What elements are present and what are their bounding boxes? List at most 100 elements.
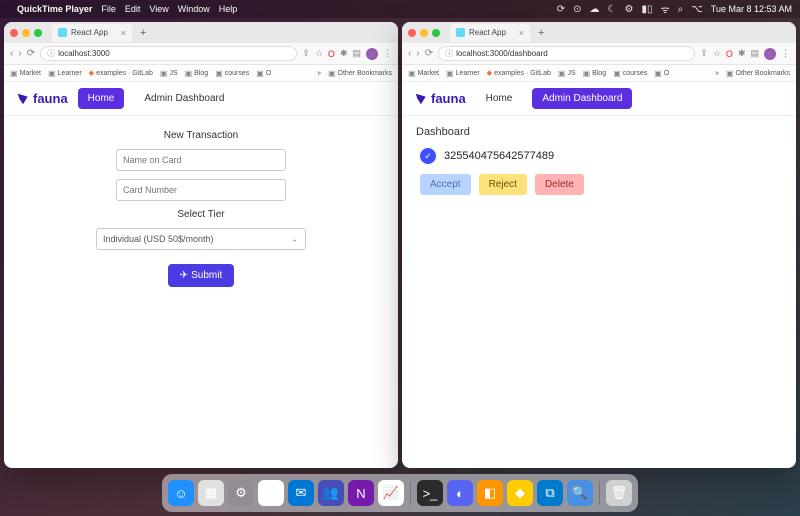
new-tab-button[interactable]: + xyxy=(534,27,548,39)
menu-icon[interactable]: ⋮ xyxy=(383,48,392,59)
bookmark-item[interactable]: ▣Blog xyxy=(185,69,209,78)
wifi-icon[interactable]: ᯤ xyxy=(661,2,670,16)
bookmark-icon[interactable]: ☆ xyxy=(713,48,721,59)
extension-icon[interactable]: ▤ xyxy=(750,48,759,59)
browser-tab[interactable]: React App × xyxy=(450,24,530,42)
share-icon[interactable]: ⇪ xyxy=(302,48,310,59)
menubar-app-name[interactable]: QuickTime Player xyxy=(17,4,92,14)
dock-app-terminal[interactable]: >_ xyxy=(417,480,443,506)
bookmark-item[interactable]: ▣Learner xyxy=(48,69,82,78)
tab-close-icon[interactable]: × xyxy=(121,28,126,38)
bookmark-item[interactable]: ▣Market xyxy=(408,69,439,78)
profile-avatar[interactable]: s xyxy=(764,48,776,60)
bookmark-item[interactable]: ◆examples · GitLab xyxy=(487,69,551,77)
dock-app-app2[interactable]: ◆ xyxy=(507,480,533,506)
nav-admin-dashboard[interactable]: Admin Dashboard xyxy=(532,88,632,109)
close-icon[interactable] xyxy=(10,29,18,37)
bookmarks-overflow[interactable]: » xyxy=(715,70,719,77)
dock-app-vscode[interactable]: ⧉ xyxy=(537,480,563,506)
bookmark-item[interactable]: ◆examples · GitLab xyxy=(89,69,153,77)
bookmark-item[interactable]: ▣Learner xyxy=(446,69,480,78)
profile-avatar[interactable]: s xyxy=(366,48,378,60)
dock-app-launchpad[interactable]: ▦ xyxy=(198,480,224,506)
card-number-input[interactable] xyxy=(116,179,286,201)
control-center-icon[interactable]: ⌥ xyxy=(691,4,703,15)
menu-file[interactable]: File xyxy=(101,4,116,14)
accept-button[interactable]: Accept xyxy=(420,174,471,195)
close-icon[interactable] xyxy=(408,29,416,37)
nav-back-icon[interactable]: ‹ xyxy=(10,48,13,59)
opera-icon[interactable]: O xyxy=(726,49,733,59)
dock-app-app1[interactable]: ◧ xyxy=(477,480,503,506)
bookmark-item[interactable]: ▣Blog xyxy=(583,69,607,78)
submit-button[interactable]: ✈ Submit xyxy=(168,264,235,287)
tier-select[interactable] xyxy=(96,228,306,250)
menu-help[interactable]: Help xyxy=(219,4,238,14)
other-bookmarks[interactable]: ▣Other Bookmarks xyxy=(726,69,790,78)
bookmark-item[interactable]: ▣JS xyxy=(558,69,576,78)
dock-app-finder[interactable]: ☺ xyxy=(168,480,194,506)
dock-app-discord[interactable]: ◐ xyxy=(447,480,473,506)
dock-app-preview[interactable]: 🔍 xyxy=(567,480,593,506)
maximize-icon[interactable] xyxy=(432,29,440,37)
brand-logo[interactable]: fauna xyxy=(414,91,466,106)
status-icon[interactable]: ⊙ xyxy=(573,4,581,15)
dock-app-chrome[interactable]: ◉ xyxy=(258,480,284,506)
battery-icon[interactable]: ▮▯ xyxy=(641,4,652,15)
bookmark-item[interactable]: ▣O xyxy=(256,69,271,78)
browser-tab[interactable]: React App × xyxy=(52,24,132,42)
nav-admin-dashboard[interactable]: Admin Dashboard xyxy=(134,88,234,109)
menubar-clock[interactable]: Tue Mar 8 12:53 AM xyxy=(711,4,792,14)
status-icon[interactable]: ☾ xyxy=(608,4,617,15)
address-bar[interactable]: ⓘ localhost:3000/dashboard xyxy=(438,46,695,61)
maximize-icon[interactable] xyxy=(34,29,42,37)
tab-close-icon[interactable]: × xyxy=(519,28,524,38)
dock-app-teams[interactable]: 👥 xyxy=(318,480,344,506)
bookmark-item[interactable]: ▣O xyxy=(654,69,669,78)
status-icon[interactable]: ⟳ xyxy=(557,4,565,15)
nav-home[interactable]: Home xyxy=(78,88,125,109)
dock-app-graph[interactable]: 📈 xyxy=(378,480,404,506)
opera-icon[interactable]: O xyxy=(328,49,335,59)
dashboard-title: Dashboard xyxy=(416,126,782,138)
bookmark-icon[interactable]: ☆ xyxy=(315,48,323,59)
name-on-card-input[interactable] xyxy=(116,149,286,171)
reject-button[interactable]: Reject xyxy=(479,174,527,195)
bookmark-item[interactable]: ▣courses xyxy=(215,69,249,78)
search-icon[interactable]: ⌕ xyxy=(678,4,684,15)
bookmark-item[interactable]: ▣Market xyxy=(10,69,41,78)
menu-icon[interactable]: ⋮ xyxy=(781,48,790,59)
share-icon[interactable]: ⇪ xyxy=(700,48,708,59)
dock-app-onenote[interactable]: N xyxy=(348,480,374,506)
bookmark-item[interactable]: ▣courses xyxy=(613,69,647,78)
menu-view[interactable]: View xyxy=(149,4,168,14)
nav-home[interactable]: Home xyxy=(476,88,523,109)
nav-forward-icon[interactable]: › xyxy=(416,48,419,59)
minimize-icon[interactable] xyxy=(420,29,428,37)
tier-label: Select Tier xyxy=(177,209,224,220)
status-icon[interactable]: ⚙ xyxy=(625,4,634,15)
tab-title: React App xyxy=(71,28,108,37)
reload-icon[interactable]: ⟳ xyxy=(425,48,433,59)
bookmark-item[interactable]: ▣JS xyxy=(160,69,178,78)
dock-app-settings[interactable]: ⚙ xyxy=(228,480,254,506)
status-icon[interactable]: ☁ xyxy=(590,4,600,15)
extension-icon[interactable]: ▤ xyxy=(352,48,361,59)
menu-window[interactable]: Window xyxy=(178,4,210,14)
other-bookmarks[interactable]: ▣Other Bookmarks xyxy=(328,69,392,78)
new-tab-button[interactable]: + xyxy=(136,27,150,39)
extension-icon[interactable]: ✱ xyxy=(340,48,348,59)
dock-app-outlook[interactable]: ✉ xyxy=(288,480,314,506)
reload-icon[interactable]: ⟳ xyxy=(27,48,35,59)
nav-back-icon[interactable]: ‹ xyxy=(408,48,411,59)
delete-button[interactable]: Delete xyxy=(535,174,584,195)
nav-forward-icon[interactable]: › xyxy=(18,48,21,59)
extension-icon[interactable]: ✱ xyxy=(738,48,746,59)
bookmarks-overflow[interactable]: » xyxy=(317,70,321,77)
brand-logo[interactable]: fauna xyxy=(16,91,68,106)
dock-app-trash[interactable]: 🗑 xyxy=(606,480,632,506)
address-bar[interactable]: ⓘ localhost:3000 xyxy=(40,46,297,61)
minimize-icon[interactable] xyxy=(22,29,30,37)
address-bar-row: ‹ › ⟳ ⓘ localhost:3000 ⇪ ☆ O ✱ ▤ s ⋮ xyxy=(4,43,398,65)
menu-edit[interactable]: Edit xyxy=(125,4,141,14)
